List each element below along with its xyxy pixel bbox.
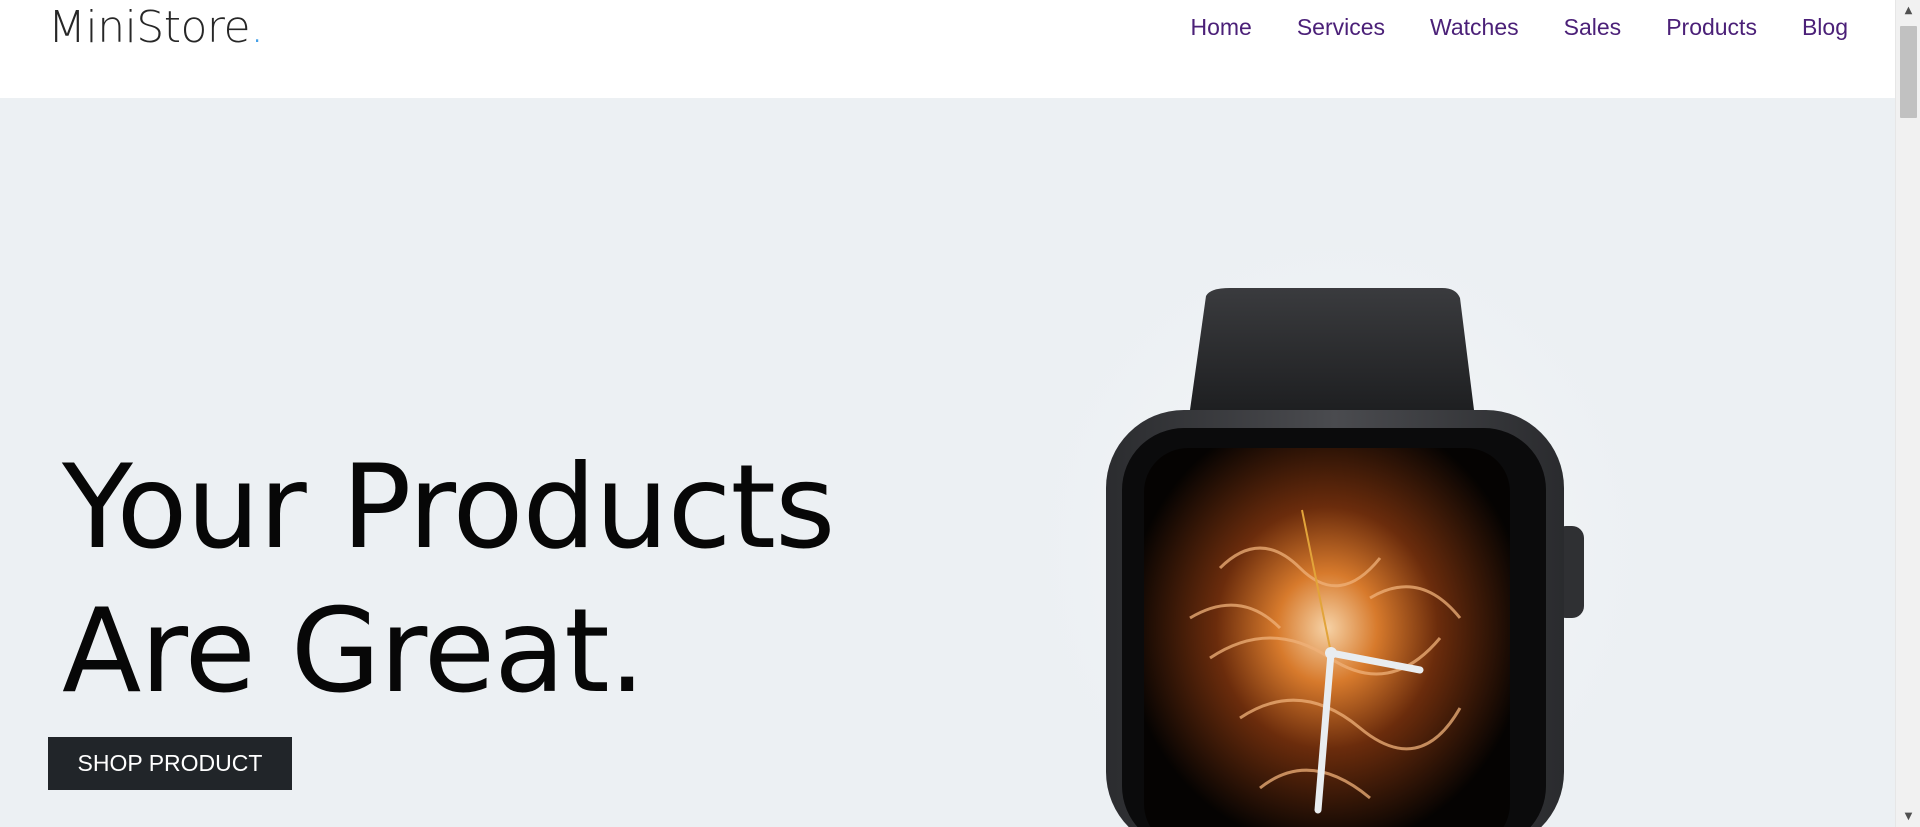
shop-product-button[interactable]: SHOP PRODUCT <box>48 737 292 790</box>
scrollbar-thumb[interactable] <box>1900 26 1917 118</box>
nav-home[interactable]: Home <box>1190 14 1251 41</box>
nav-products[interactable]: Products <box>1666 14 1757 41</box>
hero-headline: Your Products Are Great. <box>62 436 835 724</box>
nav-blog[interactable]: Blog <box>1802 14 1848 41</box>
scroll-down-arrow-icon[interactable]: ▼ <box>1896 808 1920 825</box>
nav-services[interactable]: Services <box>1297 14 1385 41</box>
hero-banner: Your Products Are Great. SHOP PRODUCT <box>0 98 1895 827</box>
logo-dot: . <box>250 2 264 53</box>
site-header: MiniStore. Home Services Watches Sales P… <box>0 0 1895 98</box>
smartwatch-image <box>1040 188 1660 827</box>
site-logo[interactable]: MiniStore. <box>48 2 264 53</box>
scroll-up-arrow-icon[interactable]: ▲ <box>1896 2 1920 19</box>
logo-text: MiniStore <box>48 2 251 53</box>
nav-watches[interactable]: Watches <box>1430 14 1519 41</box>
main-nav: Home Services Watches Sales Products Blo… <box>1190 14 1848 41</box>
nav-sales[interactable]: Sales <box>1564 14 1622 41</box>
page-scrollbar[interactable]: ▲ ▼ <box>1895 0 1920 827</box>
hero-headline-line1: Your Products <box>62 440 835 575</box>
hero-headline-line2: Are Great. <box>62 584 646 719</box>
